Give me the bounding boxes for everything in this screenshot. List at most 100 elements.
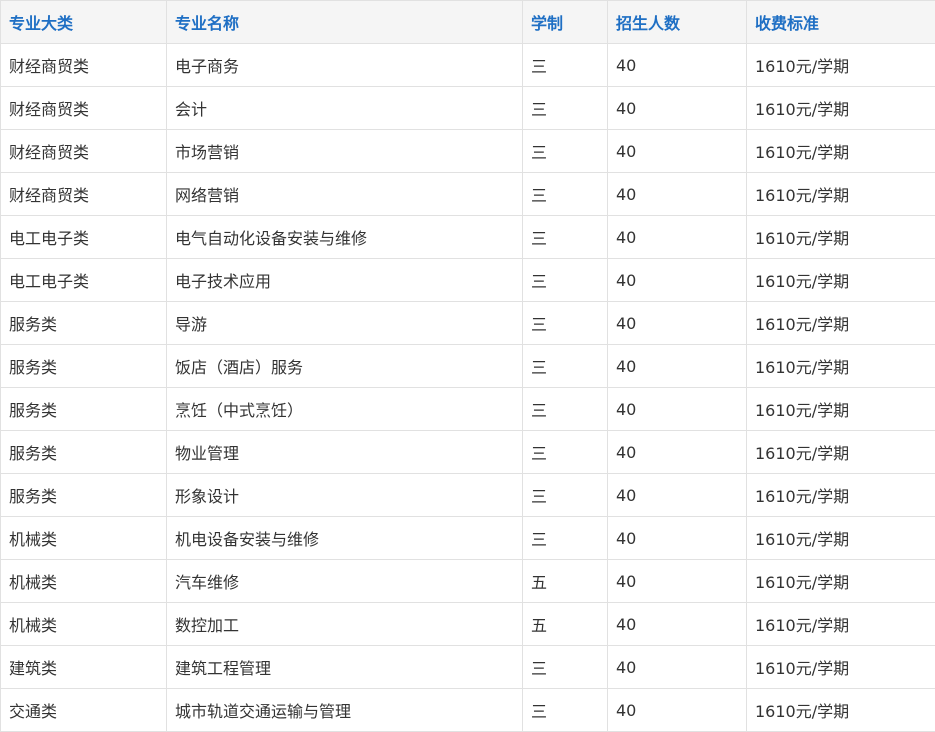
cell-fee-standard: 1610元/学期: [747, 646, 935, 689]
cell-enrollment-count: 40: [608, 474, 747, 517]
cell-fee-standard: 1610元/学期: [747, 87, 935, 130]
cell-enrollment-count: 40: [608, 646, 747, 689]
cell-major-name: 数控加工: [167, 603, 523, 646]
cell-major-name: 城市轨道交通运输与管理: [167, 689, 523, 732]
cell-major-name: 饭店（酒店）服务: [167, 345, 523, 388]
header-enrollment-count: 招生人数: [608, 1, 747, 44]
table-row: 电工电子类电气自动化设备安装与维修三401610元/学期: [1, 216, 935, 259]
table-row: 财经商贸类会计三401610元/学期: [1, 87, 935, 130]
cell-fee-standard: 1610元/学期: [747, 431, 935, 474]
cell-major-category: 财经商贸类: [1, 130, 167, 173]
cell-fee-standard: 1610元/学期: [747, 517, 935, 560]
cell-duration: 三: [523, 689, 608, 732]
cell-major-name: 网络营销: [167, 173, 523, 216]
cell-enrollment-count: 40: [608, 345, 747, 388]
cell-enrollment-count: 40: [608, 173, 747, 216]
cell-duration: 三: [523, 431, 608, 474]
table-row: 财经商贸类电子商务三401610元/学期: [1, 44, 935, 87]
table-row: 服务类导游三401610元/学期: [1, 302, 935, 345]
table-row: 机械类机电设备安装与维修三401610元/学期: [1, 517, 935, 560]
cell-major-category: 财经商贸类: [1, 87, 167, 130]
cell-enrollment-count: 40: [608, 216, 747, 259]
cell-major-category: 服务类: [1, 345, 167, 388]
table-row: 财经商贸类市场营销三401610元/学期: [1, 130, 935, 173]
cell-fee-standard: 1610元/学期: [747, 560, 935, 603]
cell-enrollment-count: 40: [608, 603, 747, 646]
cell-fee-standard: 1610元/学期: [747, 603, 935, 646]
table-row: 建筑类建筑工程管理三401610元/学期: [1, 646, 935, 689]
cell-enrollment-count: 40: [608, 560, 747, 603]
cell-duration: 三: [523, 474, 608, 517]
cell-duration: 三: [523, 259, 608, 302]
cell-duration: 三: [523, 130, 608, 173]
cell-major-category: 建筑类: [1, 646, 167, 689]
cell-enrollment-count: 40: [608, 689, 747, 732]
cell-major-name: 市场营销: [167, 130, 523, 173]
cell-fee-standard: 1610元/学期: [747, 44, 935, 87]
cell-fee-standard: 1610元/学期: [747, 345, 935, 388]
table-row: 服务类形象设计三401610元/学期: [1, 474, 935, 517]
cell-fee-standard: 1610元/学期: [747, 130, 935, 173]
cell-enrollment-count: 40: [608, 388, 747, 431]
table-row: 财经商贸类网络营销三401610元/学期: [1, 173, 935, 216]
cell-fee-standard: 1610元/学期: [747, 259, 935, 302]
cell-duration: 三: [523, 345, 608, 388]
table-row: 服务类物业管理三401610元/学期: [1, 431, 935, 474]
header-row: 专业大类 专业名称 学制 招生人数 收费标准: [1, 1, 935, 44]
enrollment-table: 专业大类 专业名称 学制 招生人数 收费标准 财经商贸类电子商务三401610元…: [0, 0, 935, 732]
cell-major-category: 电工电子类: [1, 216, 167, 259]
cell-major-name: 导游: [167, 302, 523, 345]
cell-major-name: 会计: [167, 87, 523, 130]
table-row: 服务类烹饪（中式烹饪）三401610元/学期: [1, 388, 935, 431]
table-body: 财经商贸类电子商务三401610元/学期财经商贸类会计三401610元/学期财经…: [1, 44, 935, 732]
table-row: 电工电子类电子技术应用三401610元/学期: [1, 259, 935, 302]
cell-duration: 三: [523, 517, 608, 560]
cell-major-category: 机械类: [1, 560, 167, 603]
cell-fee-standard: 1610元/学期: [747, 474, 935, 517]
cell-major-category: 交通类: [1, 689, 167, 732]
cell-major-name: 物业管理: [167, 431, 523, 474]
header-fee-standard: 收费标准: [747, 1, 935, 44]
cell-major-name: 电子商务: [167, 44, 523, 87]
cell-enrollment-count: 40: [608, 87, 747, 130]
cell-major-name: 电气自动化设备安装与维修: [167, 216, 523, 259]
cell-duration: 三: [523, 388, 608, 431]
cell-enrollment-count: 40: [608, 517, 747, 560]
cell-fee-standard: 1610元/学期: [747, 173, 935, 216]
header-duration: 学制: [523, 1, 608, 44]
cell-enrollment-count: 40: [608, 44, 747, 87]
cell-major-name: 电子技术应用: [167, 259, 523, 302]
cell-major-name: 机电设备安装与维修: [167, 517, 523, 560]
cell-fee-standard: 1610元/学期: [747, 302, 935, 345]
cell-duration: 三: [523, 646, 608, 689]
cell-enrollment-count: 40: [608, 302, 747, 345]
table-header: 专业大类 专业名称 学制 招生人数 收费标准: [1, 1, 935, 44]
cell-major-category: 服务类: [1, 388, 167, 431]
table-row: 机械类汽车维修五401610元/学期: [1, 560, 935, 603]
cell-duration: 三: [523, 173, 608, 216]
cell-duration: 三: [523, 216, 608, 259]
cell-enrollment-count: 40: [608, 431, 747, 474]
cell-enrollment-count: 40: [608, 259, 747, 302]
cell-major-category: 机械类: [1, 517, 167, 560]
cell-major-name: 建筑工程管理: [167, 646, 523, 689]
cell-duration: 三: [523, 302, 608, 345]
cell-major-name: 烹饪（中式烹饪）: [167, 388, 523, 431]
cell-major-category: 服务类: [1, 302, 167, 345]
cell-major-category: 机械类: [1, 603, 167, 646]
cell-enrollment-count: 40: [608, 130, 747, 173]
cell-major-category: 服务类: [1, 431, 167, 474]
cell-major-name: 汽车维修: [167, 560, 523, 603]
table-row: 交通类城市轨道交通运输与管理三401610元/学期: [1, 689, 935, 732]
cell-major-category: 财经商贸类: [1, 173, 167, 216]
cell-duration: 五: [523, 603, 608, 646]
cell-major-category: 服务类: [1, 474, 167, 517]
cell-major-category: 电工电子类: [1, 259, 167, 302]
cell-major-category: 财经商贸类: [1, 44, 167, 87]
cell-fee-standard: 1610元/学期: [747, 388, 935, 431]
cell-major-name: 形象设计: [167, 474, 523, 517]
cell-duration: 五: [523, 560, 608, 603]
cell-duration: 三: [523, 87, 608, 130]
header-major-name: 专业名称: [167, 1, 523, 44]
table-row: 服务类饭店（酒店）服务三401610元/学期: [1, 345, 935, 388]
